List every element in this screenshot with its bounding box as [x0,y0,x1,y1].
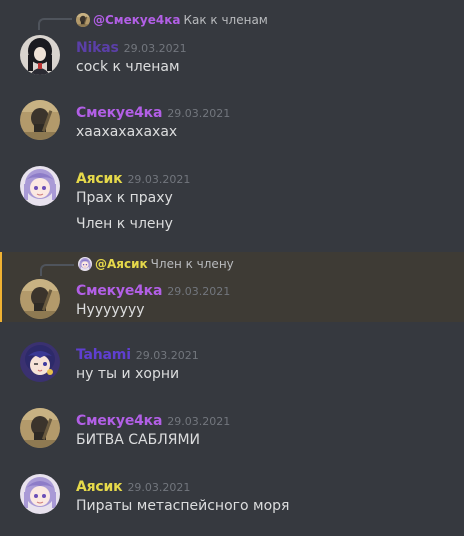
message-header: Смекуе4ка 29.03.2021 [76,102,231,121]
message-group: Аясик 29.03.2021 Прах к праху Член к член… [0,160,464,244]
message-group: Смекуе4ка 29.03.2021 БИТВА САБЛЯМИ [0,402,464,458]
smekue-avatar-icon[interactable] [20,100,60,140]
username[interactable]: Смекуе4ка [76,283,162,299]
message-header: Аясик 29.03.2021 [76,168,191,187]
reply-connector [38,18,72,30]
reply-author[interactable]: @Аясик [95,257,148,271]
message-header: Аясик 29.03.2021 [76,476,191,495]
username[interactable]: Аясик [76,479,123,495]
reply-text: Как к членам [183,13,268,27]
reply-preview[interactable]: @Смекуе4ка Как к членам [76,13,268,29]
chat-message-list: @Смекуе4ка Как к членам Nikas 29.03.2021 c… [0,0,464,536]
message-group: Tahami 29.03.2021 ну ты и хорни [0,338,464,394]
username[interactable]: Nikas [76,40,119,56]
message-group: Смекуе4ка 29.03.2021 хаахахахахах [0,96,464,152]
message-text: Прах к праху [76,190,173,206]
message-text: Нууууууу [76,302,145,318]
message-text: Пираты метаспейсного моря [76,498,290,514]
message-text: БИТВА САБЛЯМИ [76,432,201,448]
smekue-avatar-icon[interactable] [20,408,60,448]
message-header: Tahami 29.03.2021 [76,344,199,363]
reply-preview[interactable]: @Аясик Член к члену [78,257,234,273]
reply-author[interactable]: @Смекуе4ка [93,13,180,27]
message-text: ну ты и хорни [76,366,180,382]
message-text: cock к членам [76,59,180,75]
timestamp: 29.03.2021 [127,481,191,494]
message-header: Смекуе4ка 29.03.2021 [76,410,231,429]
ayasik-avatar-icon[interactable] [20,166,60,206]
reply-connector [40,264,74,276]
ayasik-avatar-icon[interactable] [20,474,60,514]
timestamp: 29.03.2021 [135,349,199,362]
username[interactable]: Смекуе4ка [76,413,162,429]
message-group: Аясик 29.03.2021 Пираты метаспейсного мор… [0,466,464,526]
timestamp: 29.03.2021 [167,285,231,298]
smekue-avatar-icon[interactable] [20,279,60,319]
smekue-avatar-icon [76,13,90,27]
tahami-avatar-icon[interactable] [20,342,60,382]
message-group-highlighted: @Аясик Член к члену Смекуе4ка 29.03.2021 Н… [0,252,464,322]
timestamp: 29.03.2021 [167,415,231,428]
nikas-avatar-icon[interactable] [20,35,60,75]
message-group: @Смекуе4ка Как к членам Nikas 29.03.2021 c… [0,10,464,80]
timestamp: 29.03.2021 [167,107,231,120]
timestamp: 29.03.2021 [127,173,191,186]
reply-text: Член к члену [150,257,234,271]
username[interactable]: Аясик [76,171,123,187]
ayasik-avatar-icon [78,257,92,271]
message-header: Nikas 29.03.2021 [76,37,187,56]
message-text: хаахахахахах [76,124,178,140]
username[interactable]: Смекуе4ка [76,105,162,121]
message-text: Член к члену [76,216,173,232]
timestamp: 29.03.2021 [123,42,187,55]
username[interactable]: Tahami [76,347,131,363]
message-header: Смекуе4ка 29.03.2021 [76,280,231,299]
